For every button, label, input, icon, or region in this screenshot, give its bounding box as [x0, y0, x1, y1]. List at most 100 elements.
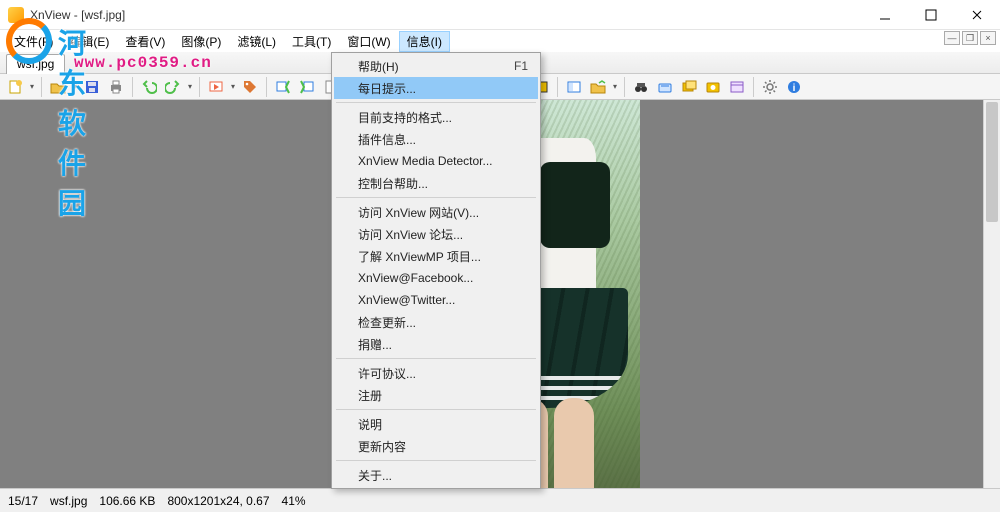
redo-icon[interactable]	[162, 76, 184, 98]
svg-text:i: i	[793, 83, 796, 94]
menu-item-label: 捐赠...	[358, 336, 392, 353]
status-index: 15/17	[8, 494, 38, 508]
menu-item-donate[interactable]: 捐赠...	[334, 333, 538, 355]
next-image-icon[interactable]	[296, 76, 318, 98]
close-button[interactable]	[954, 0, 1000, 30]
status-zoom: 41%	[282, 494, 306, 508]
menu-item-media-detector[interactable]: XnView Media Detector...	[334, 150, 538, 172]
prev-image-icon[interactable]	[272, 76, 294, 98]
menu-bar: 文件(F) 编辑(E) 查看(V) 图像(P) 滤镜(L) 工具(T) 窗口(W…	[0, 30, 1000, 52]
menu-item-label: 帮助(H)	[358, 58, 399, 75]
maximize-button[interactable]	[908, 0, 954, 30]
open-folder-icon[interactable]	[587, 76, 609, 98]
menu-view[interactable]: 查看(V)	[117, 31, 173, 52]
mdi-minimize-icon[interactable]: —	[944, 31, 960, 45]
undo-icon[interactable]	[138, 76, 160, 98]
menu-window[interactable]: 窗口(W)	[339, 31, 398, 52]
menu-item-label: 插件信息...	[358, 131, 416, 148]
menu-item-license[interactable]: 许可协议...	[334, 362, 538, 384]
mdi-close-icon[interactable]: ×	[980, 31, 996, 45]
tab-active[interactable]: wsf.jpg	[6, 54, 65, 74]
chevron-down-icon[interactable]: ▾	[611, 82, 619, 91]
menu-item-label: 了解 XnViewMP 项目...	[358, 248, 481, 265]
webpage-icon[interactable]	[726, 76, 748, 98]
status-dimensions: 800x1201x24, 0.67	[167, 494, 269, 508]
menu-item-label: 每日提示...	[358, 80, 416, 97]
slideshow-icon[interactable]	[205, 76, 227, 98]
menu-item-label: 访问 XnView 网站(V)...	[358, 204, 479, 221]
menu-separator	[336, 460, 536, 461]
tag-icon[interactable]	[239, 76, 261, 98]
menu-item-readme[interactable]: 说明	[334, 413, 538, 435]
menu-filter[interactable]: 滤镜(L)	[229, 31, 284, 52]
menu-item-label: 注册	[358, 387, 382, 404]
separator	[41, 77, 42, 97]
menu-item-formats[interactable]: 目前支持的格式...	[334, 106, 538, 128]
menu-item-forum[interactable]: 访问 XnView 论坛...	[334, 223, 538, 245]
menu-file[interactable]: 文件(F)	[6, 31, 61, 52]
menu-item-plugins[interactable]: 插件信息...	[334, 128, 538, 150]
separator	[557, 77, 558, 97]
menu-item-about[interactable]: 关于...	[334, 464, 538, 486]
separator	[132, 77, 133, 97]
separator	[753, 77, 754, 97]
menu-item-facebook[interactable]: XnView@Facebook...	[334, 267, 538, 289]
menu-item-help[interactable]: 帮助(H) F1	[334, 55, 538, 77]
menu-item-website[interactable]: 访问 XnView 网站(V)...	[334, 201, 538, 223]
chevron-down-icon[interactable]: ▾	[186, 82, 194, 91]
chevron-down-icon[interactable]: ▾	[28, 82, 36, 91]
menu-item-label: XnView Media Detector...	[358, 154, 493, 168]
batch-convert-icon[interactable]	[678, 76, 700, 98]
menu-tools[interactable]: 工具(T)	[284, 31, 339, 52]
save-icon[interactable]	[81, 76, 103, 98]
status-filesize: 106.66 KB	[99, 494, 155, 508]
menu-item-label: 控制台帮助...	[358, 175, 428, 192]
menu-item-label: 说明	[358, 416, 382, 433]
separator	[266, 77, 267, 97]
window-title: XnView - [wsf.jpg]	[30, 8, 125, 22]
status-bar: 15/17 wsf.jpg 106.66 KB 800x1201x24, 0.6…	[0, 488, 1000, 512]
tab-label: wsf.jpg	[17, 57, 54, 71]
browse-icon[interactable]	[563, 76, 585, 98]
menu-item-shortcut: F1	[514, 59, 528, 73]
window-controls	[862, 0, 1000, 30]
mdi-restore-icon[interactable]: ❐	[962, 31, 978, 45]
app-icon	[8, 7, 24, 23]
menu-item-label: 目前支持的格式...	[358, 109, 452, 126]
menu-item-register[interactable]: 注册	[334, 384, 538, 406]
scroll-thumb[interactable]	[986, 102, 998, 222]
menu-item-label: XnView@Twitter...	[358, 293, 455, 307]
menu-edit[interactable]: 编辑(E)	[61, 31, 117, 52]
chevron-down-icon[interactable]: ▾	[229, 82, 237, 91]
menu-separator	[336, 409, 536, 410]
open-icon[interactable]	[47, 76, 69, 98]
settings-icon[interactable]	[759, 76, 781, 98]
menu-image[interactable]: 图像(P)	[173, 31, 229, 52]
menu-item-label: 访问 XnView 论坛...	[358, 226, 463, 243]
menu-item-label: 检查更新...	[358, 314, 416, 331]
info-icon[interactable]: i	[783, 76, 805, 98]
chevron-down-icon[interactable]: ▾	[71, 82, 79, 91]
menu-item-twitter[interactable]: XnView@Twitter...	[334, 289, 538, 311]
menu-item-label: 许可协议...	[358, 365, 416, 382]
menu-info[interactable]: 信息(I)	[399, 31, 450, 52]
menu-separator	[336, 197, 536, 198]
print-icon[interactable]	[105, 76, 127, 98]
status-filename: wsf.jpg	[50, 494, 87, 508]
binoculars-icon[interactable]	[630, 76, 652, 98]
menu-separator	[336, 358, 536, 359]
menu-item-changelog[interactable]: 更新内容	[334, 435, 538, 457]
scanner-icon[interactable]	[654, 76, 676, 98]
capture-icon[interactable]	[702, 76, 724, 98]
menu-separator	[336, 102, 536, 103]
new-icon[interactable]	[4, 76, 26, 98]
menu-item-console-help[interactable]: 控制台帮助...	[334, 172, 538, 194]
menu-item-check-update[interactable]: 检查更新...	[334, 311, 538, 333]
vertical-scrollbar[interactable]	[983, 100, 1000, 488]
menu-item-xnviewmp[interactable]: 了解 XnViewMP 项目...	[334, 245, 538, 267]
minimize-button[interactable]	[862, 0, 908, 30]
menu-item-tip-of-day[interactable]: 每日提示...	[334, 77, 538, 99]
menu-item-label: 更新内容	[358, 438, 406, 455]
separator	[199, 77, 200, 97]
mdi-controls: — ❐ ×	[944, 31, 996, 45]
